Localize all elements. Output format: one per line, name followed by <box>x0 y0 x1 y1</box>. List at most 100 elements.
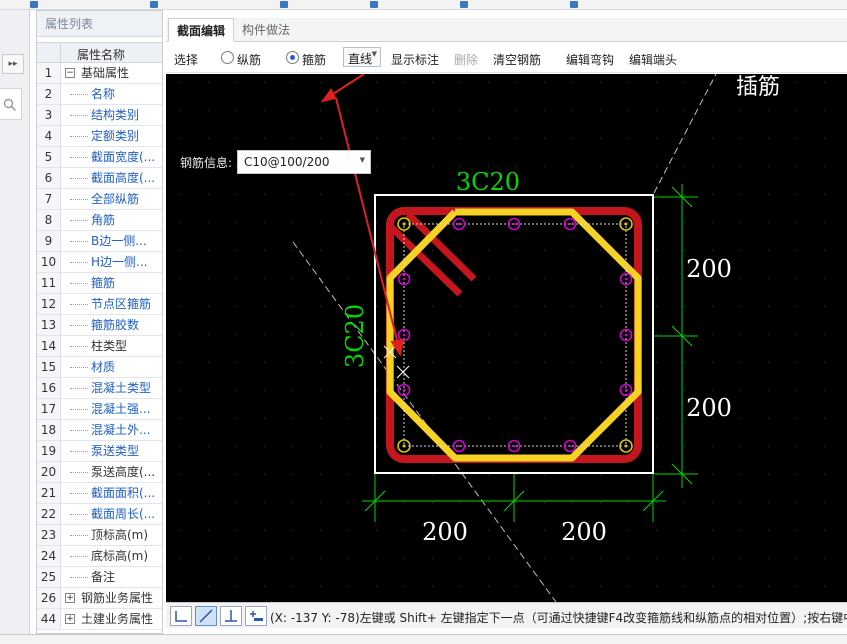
property-row[interactable]: 3 结构类别 <box>37 105 162 126</box>
row-number: 23 <box>37 525 61 545</box>
tree-connector <box>70 241 88 242</box>
rebar-points <box>397 217 633 453</box>
tree-connector <box>70 346 88 347</box>
property-row[interactable]: 21 截面面积(... <box>37 483 162 504</box>
menu-icon[interactable] <box>150 1 158 8</box>
longitudinal-radio[interactable] <box>221 51 234 64</box>
rebar-info-select[interactable]: C10@100/200 ▼ <box>237 150 371 174</box>
drawing-canvas[interactable]: 3C20 3C20 200 200 200 200 插筋 钢筋信息: C10@1… <box>166 74 847 602</box>
search-button[interactable] <box>0 88 22 120</box>
tree-connector <box>70 304 88 305</box>
property-rows: 1− 基础属性 2 名称 3 结构类别 4 定额类别 5 截面宽度(... 6 截面高度(... 7 全部… <box>37 63 162 630</box>
orthogonal-mode-button[interactable] <box>170 606 192 626</box>
property-row[interactable]: 14 柱类型 <box>37 336 162 357</box>
tree-connector <box>70 556 88 557</box>
menu-icon[interactable] <box>370 1 378 8</box>
property-row[interactable]: 5 截面宽度(... <box>37 147 162 168</box>
property-name: H边一侧... <box>91 255 148 269</box>
property-name: 截面周长(... <box>91 507 156 521</box>
property-group-row[interactable]: 26 + 钢筋业务属性 <box>37 588 162 609</box>
edit-end-button[interactable]: 编辑端头 <box>629 51 677 68</box>
collapse-icon[interactable]: − <box>65 68 75 78</box>
row-number: 21 <box>37 483 61 503</box>
editor-tabs: 截面编辑 构件做法 <box>166 18 847 42</box>
property-name: 材质 <box>91 360 116 374</box>
dim-right-bottom: 200 <box>686 394 732 422</box>
property-name: 结构类别 <box>91 108 140 122</box>
property-name: 柱类型 <box>91 339 128 353</box>
row-number: 20 <box>37 462 61 482</box>
property-row[interactable]: 24 底标高(m) <box>37 546 162 567</box>
line-mode-button[interactable] <box>195 606 217 626</box>
property-name: 混凝土强... <box>91 402 151 416</box>
construction-line <box>292 241 557 602</box>
show-label-button[interactable]: 显示标注 <box>391 51 439 68</box>
property-row[interactable]: 2 名称 <box>37 84 162 105</box>
property-row[interactable]: 6 截面高度(... <box>37 168 162 189</box>
clear-rebar-button[interactable]: 清空钢筋 <box>493 51 541 68</box>
row-number: 8 <box>37 210 61 230</box>
line-mode-select[interactable]: 直线 ▼ <box>343 47 381 67</box>
status-message: (X: -137 Y: -78)左键或 Shift+ 左键指定下一点（可通过快捷… <box>270 611 847 625</box>
property-row[interactable]: 22 截面周长(... <box>37 504 162 525</box>
expand-icon[interactable]: + <box>65 593 75 603</box>
tree-connector <box>70 199 88 200</box>
delete-button[interactable]: 删除 <box>454 51 478 68</box>
property-name: 截面高度(... <box>91 171 156 185</box>
property-name: 钢筋业务属性 <box>81 591 154 605</box>
property-row[interactable]: 12 节点区箍筋 <box>37 294 162 315</box>
row-number: 6 <box>37 168 61 188</box>
search-icon <box>3 98 16 111</box>
property-row[interactable]: 4 定额类别 <box>37 126 162 147</box>
property-row[interactable]: 19 泵送类型 <box>37 441 162 462</box>
tree-connector <box>70 94 88 95</box>
property-group-row[interactable]: 44 + 土建业务属性 <box>37 609 162 630</box>
stirrup-radio[interactable] <box>286 51 299 64</box>
stirrup-radio-label[interactable]: 箍筋 <box>302 51 326 68</box>
app-window: ▸▸ 属性列表 属性名称 1− 基础属性 2 名称 3 结构类别 4 定额类别 5 截面宽度(..… <box>0 0 847 644</box>
property-group-row[interactable]: 1− 基础属性 <box>37 63 162 84</box>
property-name: 箍筋胶数 <box>91 318 140 332</box>
property-row[interactable]: 11 箍筋 <box>37 273 162 294</box>
edit-hook-button[interactable]: 编辑弯钩 <box>566 51 614 68</box>
tree-connector <box>70 136 88 137</box>
property-row[interactable]: 16 混凝土类型 <box>37 378 162 399</box>
property-row[interactable]: 10 H边一侧... <box>37 252 162 273</box>
tree-connector <box>70 262 88 263</box>
row-number: 16 <box>37 378 61 398</box>
property-row[interactable]: 9 B边一侧... <box>37 231 162 252</box>
property-name: 角筋 <box>91 213 116 227</box>
property-row[interactable]: 7 全部纵筋 <box>37 189 162 210</box>
property-row[interactable]: 8 角筋 <box>37 210 162 231</box>
select-button[interactable]: 选择 <box>174 51 198 68</box>
property-name: 基础属性 <box>81 66 130 80</box>
perpendicular-icon <box>225 610 237 622</box>
menu-icon[interactable] <box>460 1 468 8</box>
top-rebar-label: 3C20 <box>456 168 520 196</box>
perpendicular-button[interactable] <box>220 606 242 626</box>
expand-button[interactable]: ▸▸ <box>2 54 24 74</box>
menu-icon[interactable] <box>30 1 38 8</box>
rebar-info-value: C10@100/200 <box>244 155 330 169</box>
property-row[interactable]: 17 混凝土强... <box>37 399 162 420</box>
menu-icon[interactable] <box>570 1 578 8</box>
property-row[interactable]: 15 材质 <box>37 357 162 378</box>
property-row[interactable]: 13 箍筋胶数 <box>37 315 162 336</box>
property-row[interactable]: 23 顶标高(m) <box>37 525 162 546</box>
property-row[interactable]: 20 泵送高度(... <box>37 462 162 483</box>
menu-icon[interactable] <box>280 1 288 8</box>
property-row[interactable]: 18 混凝土外... <box>37 420 162 441</box>
caret-down-icon: ▼ <box>359 156 365 164</box>
property-name: B边一侧... <box>91 234 147 248</box>
longitudinal-radio-label[interactable]: 纵筋 <box>237 51 261 68</box>
tab-section-edit[interactable]: 截面编辑 <box>168 18 235 42</box>
tab-component-method[interactable]: 构件做法 <box>234 18 298 42</box>
row-number: 24 <box>37 546 61 566</box>
construction-line <box>653 74 717 194</box>
tree-connector <box>70 283 88 284</box>
bottom-status-strip <box>0 634 847 644</box>
add-offset-button[interactable] <box>245 606 267 626</box>
expand-icon[interactable]: + <box>65 614 75 624</box>
top-menu-strip <box>0 0 847 10</box>
property-row[interactable]: 25 备注 <box>37 567 162 588</box>
